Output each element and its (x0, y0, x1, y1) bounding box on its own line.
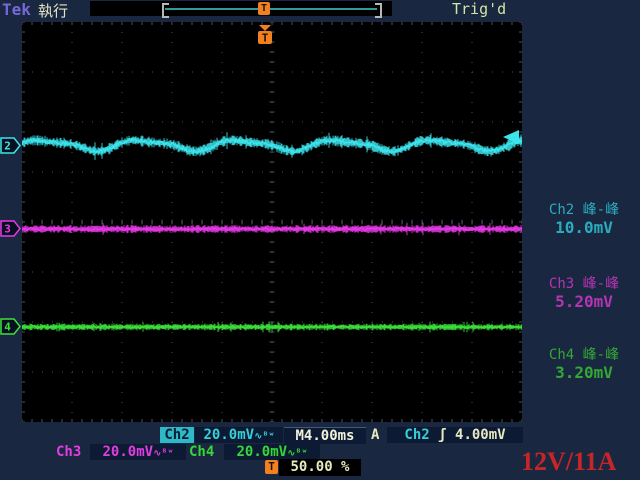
acquisition-bracket-right-icon (375, 3, 382, 18)
trigger-source: Ch2 (404, 427, 429, 443)
acquisition-bracket-left-icon (162, 3, 169, 18)
tek-logo: Tek (2, 0, 31, 19)
ch3-label: Ch3 (56, 444, 81, 460)
ch4-label: Ch4 (189, 444, 214, 460)
svg-text:4: 4 (4, 321, 11, 334)
graticule: T (22, 22, 522, 422)
trigger-position-readout: 50.00 % (279, 459, 361, 476)
measurement-label: Ch3 峰-峰 (528, 276, 640, 293)
ch2-scale-readout: 20.0mV∿ᴮʷ (195, 427, 283, 443)
ch4-coupling-icon: ∿ᴮʷ (287, 448, 307, 459)
ch2-selected-badge: Ch2 (160, 427, 194, 443)
trigger-status: Trig'd (452, 0, 506, 18)
svg-text:2: 2 (4, 140, 11, 153)
timebase-readout: M4.00ms (284, 427, 366, 444)
trigger-mode-label: A (371, 427, 379, 443)
measurement-ch2-pkpk: Ch2 峰-峰 10.0mV (528, 202, 640, 236)
acquisition-status: 執行 (38, 0, 68, 21)
oscilloscope-screen: Tek 執行 T Trig'd T 2 3 4 Ch2 峰-峰 10.0mV Ch3… (0, 0, 640, 480)
measurement-label: Ch2 峰-峰 (528, 202, 640, 219)
ch3-coupling-icon: ∿ᴮʷ (153, 448, 173, 459)
trigger-position-marker-label: T (262, 32, 269, 45)
measurement-ch4-pkpk: Ch4 峰-峰 3.20mV (528, 347, 640, 381)
waveform-display: T (22, 22, 522, 422)
channel-marker-icon: 4 (0, 318, 22, 335)
channel-4-position-marker: 4 (0, 318, 22, 335)
measurement-label: Ch4 峰-峰 (528, 347, 640, 364)
trigger-position-bar-icon: T (258, 2, 270, 15)
acquisition-window-line (165, 8, 377, 10)
ch2-scale-value: 20.0mV (204, 427, 255, 443)
ch2-coupling-icon: ∿ᴮʷ (254, 431, 274, 442)
trigger-readout: Ch2 ʃ 4.00mV (387, 427, 523, 443)
measurement-value: 5.20mV (528, 293, 640, 310)
acquisition-preview-bar: T (90, 1, 392, 16)
ch3-scale-value: 20.0mV (103, 444, 154, 460)
measurement-ch3-pkpk: Ch3 峰-峰 5.20mV (528, 276, 640, 310)
svg-text:3: 3 (4, 223, 11, 236)
channel-2-position-marker: 2 (0, 137, 22, 154)
trigger-position-icon: T (265, 460, 278, 474)
channel-marker-icon: 3 (0, 220, 22, 237)
ch3-scale-readout: 20.0mV∿ᴮʷ (90, 444, 186, 460)
channel-marker-icon: 2 (0, 137, 22, 154)
channel-3-position-marker: 3 (0, 220, 22, 237)
watermark-label: 12V/11A (521, 447, 640, 477)
trigger-level: 4.00mV (455, 427, 506, 443)
measurement-value: 10.0mV (528, 219, 640, 236)
measurement-value: 3.20mV (528, 364, 640, 381)
ch4-scale-readout: 20.0mV∿ᴮʷ (224, 444, 320, 460)
trigger-slope-icon: ʃ (438, 427, 446, 443)
ch4-scale-value: 20.0mV (237, 444, 288, 460)
